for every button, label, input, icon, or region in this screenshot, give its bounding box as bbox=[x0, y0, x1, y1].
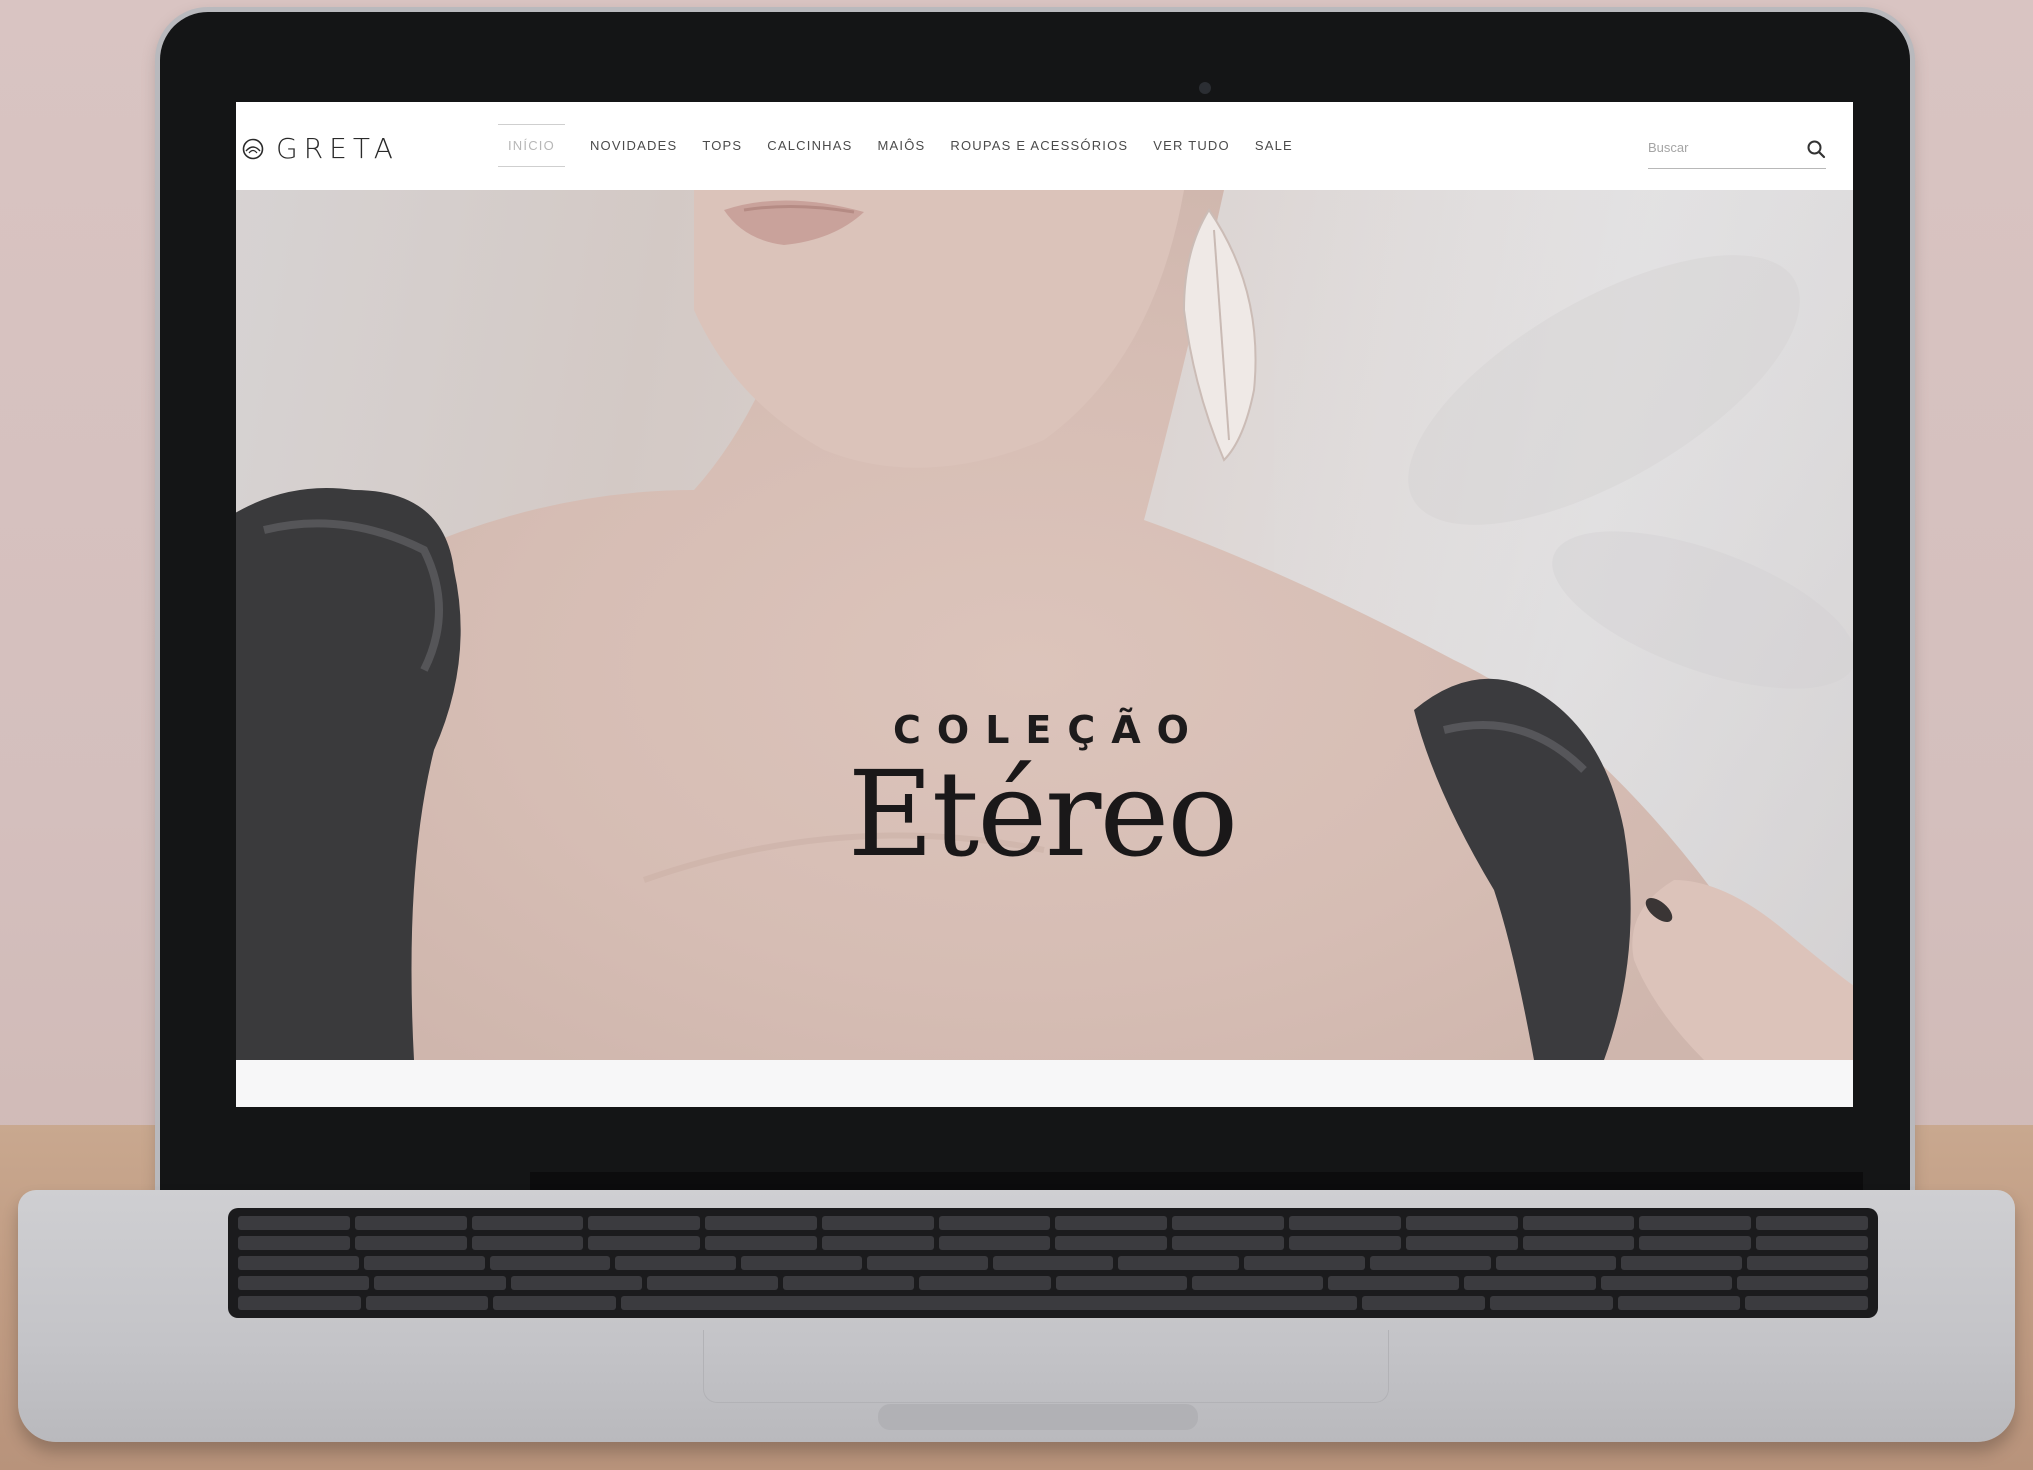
nav-item-maios[interactable]: MAIÔS bbox=[878, 132, 926, 159]
nav-item-novidades[interactable]: NOVIDADES bbox=[590, 132, 677, 159]
hero-banner[interactable]: COLEÇÃO Etéreo bbox=[236, 190, 1853, 1060]
laptop-screen: GRETA INÍCIO NOVIDADES TOPS CALCINHAS MA… bbox=[236, 102, 1853, 1107]
nav-item-ver-tudo[interactable]: VER TUDO bbox=[1153, 132, 1230, 159]
search-box bbox=[1648, 136, 1826, 169]
keyboard bbox=[228, 1208, 1878, 1318]
nav-item-sale[interactable]: SALE bbox=[1255, 132, 1293, 159]
trackpad bbox=[703, 1330, 1389, 1403]
search-icon[interactable] bbox=[1806, 139, 1826, 159]
circle-leaf-logo-icon bbox=[242, 138, 264, 159]
nav-item-roupas-e-acessorios[interactable]: ROUPAS E ACESSÓRIOS bbox=[950, 132, 1128, 159]
key-row bbox=[238, 1276, 1868, 1290]
search-input[interactable] bbox=[1648, 136, 1788, 159]
key-row bbox=[238, 1236, 1868, 1250]
main-nav: INÍCIO NOVIDADES TOPS CALCINHAS MAIÔS RO… bbox=[498, 124, 1293, 167]
webcam bbox=[1199, 82, 1211, 94]
key-row bbox=[238, 1296, 1868, 1310]
key-row bbox=[238, 1216, 1868, 1230]
nav-item-tops[interactable]: TOPS bbox=[702, 132, 742, 159]
key-row bbox=[238, 1256, 1868, 1270]
nav-item-inicio[interactable]: INÍCIO bbox=[498, 124, 565, 167]
site-header: GRETA INÍCIO NOVIDADES TOPS CALCINHAS MA… bbox=[236, 102, 1853, 190]
nav-item-calcinhas[interactable]: CALCINHAS bbox=[767, 132, 852, 159]
brand-name: GRETA bbox=[276, 132, 399, 165]
hero-title: Etéreo bbox=[847, 745, 1239, 883]
hero-photo bbox=[236, 190, 1853, 1060]
lid-notch bbox=[878, 1404, 1198, 1430]
brand-logo[interactable]: GRETA bbox=[242, 132, 399, 165]
keyboard-deck bbox=[18, 1190, 2015, 1442]
